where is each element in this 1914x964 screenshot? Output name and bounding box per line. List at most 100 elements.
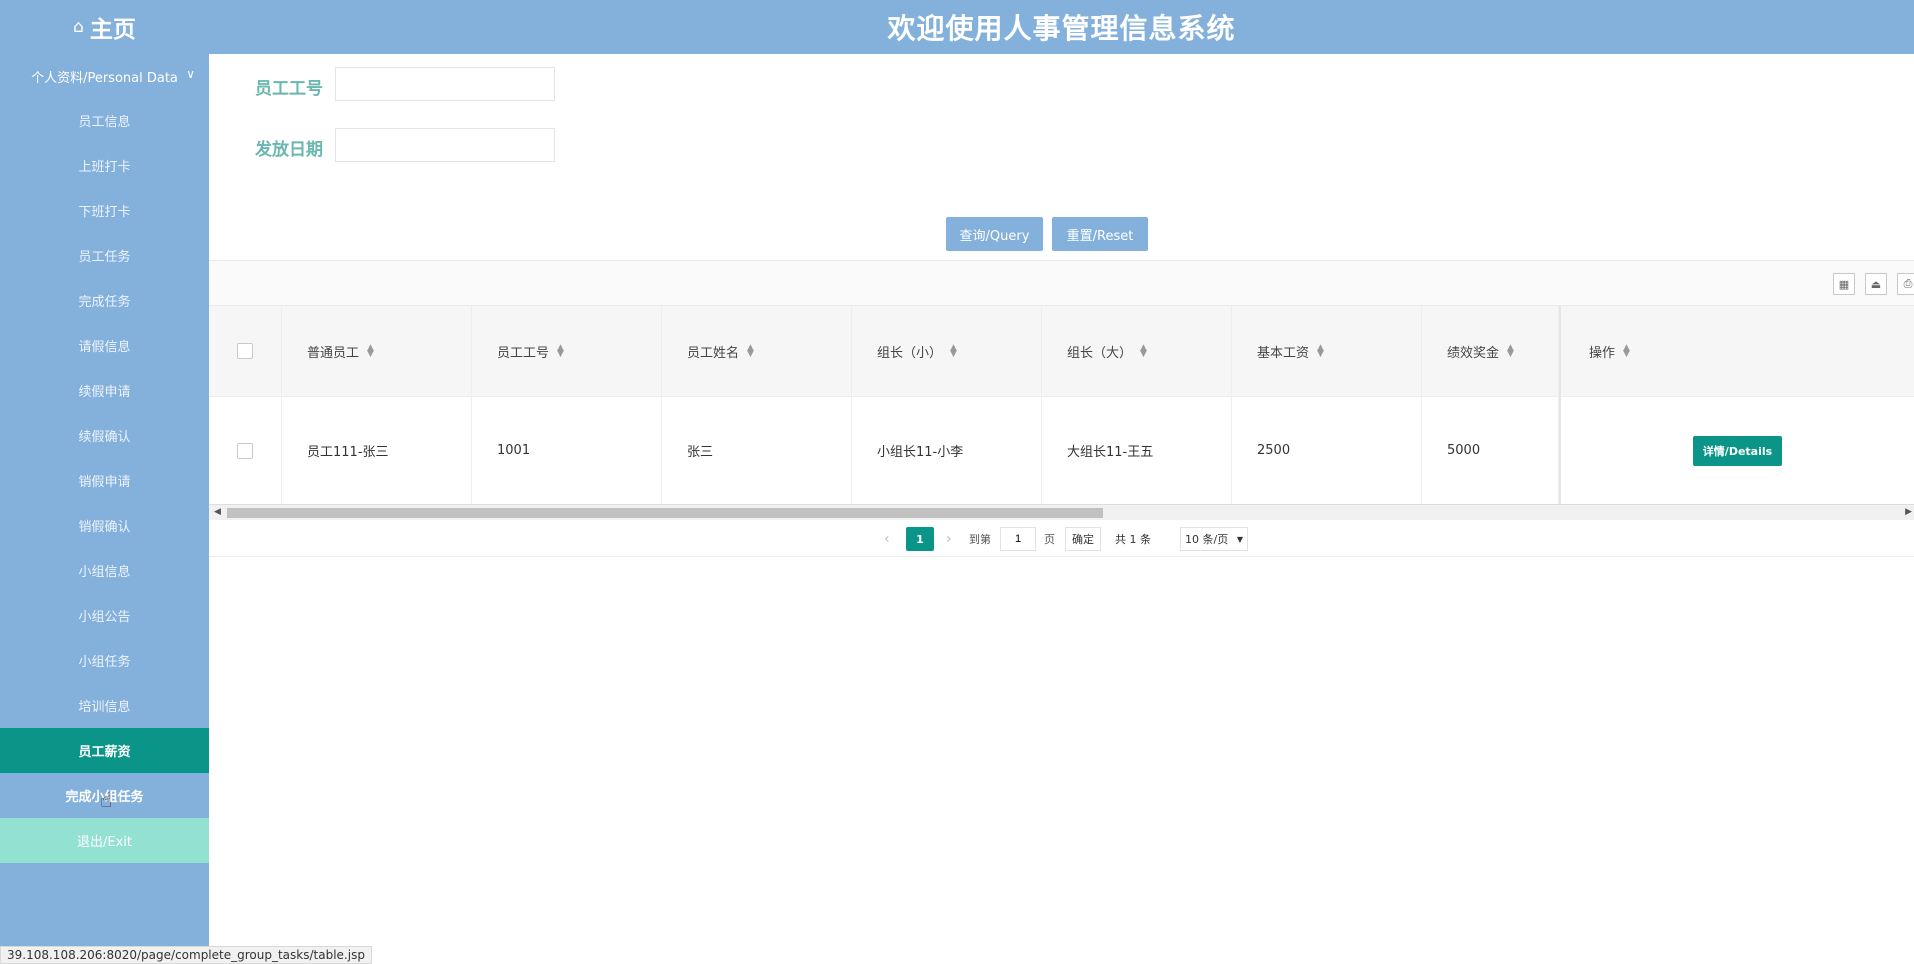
horizontal-scrollbar[interactable]: ◀ ▶	[209, 504, 1914, 520]
sidebar-item-label: 小组任务	[78, 655, 131, 670]
sidebar-item-group-tasks[interactable]: 小组任务	[0, 638, 209, 683]
sidebar-item-label: 请假信息	[78, 340, 131, 355]
table-header: 普通员工 ▲ ▼ 员工工号 ▲ ▼ 员工姓名 ▲ ▼ 组长（小） ▲ ▼ 组长（大） ▲ ▼ 基本工…	[209, 305, 1914, 397]
scroll-thumb[interactable]	[227, 508, 1103, 518]
sidebar-item-label: 续假确认	[78, 430, 131, 445]
column-header[interactable]: 员工工号 ▲ ▼	[472, 306, 662, 396]
scroll-right-icon[interactable]: ▶	[1905, 507, 1912, 517]
sidebar-item-clock-in[interactable]: 上班打卡	[0, 143, 209, 188]
table-row: 员工111-张三 1001 张三 小组长11-小李 大组长11-王五 2500 …	[209, 397, 1914, 504]
column-label: 员工工号	[497, 345, 550, 361]
select-all-checkbox[interactable]	[237, 343, 253, 359]
column-label: 组长（大）	[1067, 345, 1133, 361]
sidebar-item-label: 销假申请	[78, 475, 131, 490]
column-label: 普通员工	[307, 345, 360, 361]
sort-icon: ▲ ▼	[1507, 343, 1514, 359]
sidebar-item-label: 员工任务	[78, 250, 131, 265]
query-button[interactable]: 查询/Query	[946, 217, 1043, 251]
details-button[interactable]: 详情/Details	[1692, 435, 1783, 466]
exit-label: 退出/Exit	[77, 835, 132, 850]
select-all-cell	[209, 306, 282, 396]
sidebar-item-label: 下班打卡	[78, 205, 131, 220]
sidebar-item-clock-out[interactable]: 下班打卡	[0, 188, 209, 233]
sidebar-item-leave-extension-request[interactable]: 续假申请	[0, 368, 209, 413]
column-header[interactable]: 员工姓名 ▲ ▼	[662, 306, 852, 396]
pagination: ‹ 1 › 到第 页 确定 共 1 条 10 条/页 ▼	[209, 521, 1914, 557]
page-unit: 页	[1044, 533, 1055, 546]
column-header[interactable]: 普通员工 ▲ ▼	[282, 306, 472, 396]
total-count: 共 1 条	[1115, 533, 1151, 546]
cell-small-leader: 小组长11-小李	[852, 397, 1042, 504]
sidebar-item-label: 小组信息	[78, 565, 131, 580]
cell-bonus: 5000	[1422, 397, 1559, 504]
sort-icon: ▲ ▼	[557, 343, 564, 359]
scroll-left-icon[interactable]: ◀	[214, 507, 221, 517]
sidebar-item-label: 续假申请	[78, 385, 131, 400]
sidebar-item-leave-cancel-confirm[interactable]: 销假确认	[0, 503, 209, 548]
sort-icon: ▲ ▼	[1317, 343, 1324, 359]
sidebar-item-training-info[interactable]: 培训信息	[0, 683, 209, 728]
date-input[interactable]	[335, 128, 555, 162]
column-header[interactable]: 组长（大） ▲ ▼	[1042, 306, 1232, 396]
column-header[interactable]: 操作 ▲ ▼	[1559, 306, 1914, 396]
print-icon[interactable]: ⎙	[1897, 273, 1914, 295]
columns-icon[interactable]: ▦	[1833, 273, 1855, 295]
sidebar-item-label: 完成任务	[78, 295, 131, 310]
page-title: 欢迎使用人事管理信息系统	[887, 12, 1236, 45]
home-label: 主页	[89, 17, 136, 43]
sidebar: 个人资料/Personal Data ∨ 员工信息 上班打卡 下班打卡 员工任务…	[0, 54, 209, 964]
status-url: 39.108.108.206:8020/page/complete_group_…	[0, 946, 372, 964]
cell-employee: 员工111-张三	[282, 397, 472, 504]
cell-emp-id: 1001	[472, 397, 662, 504]
top-bar: ⌂ 主页 欢迎使用人事管理信息系统	[0, 0, 1914, 54]
next-page-icon[interactable]: ›	[946, 527, 952, 551]
column-header[interactable]: 绩效奖金 ▲ ▼	[1422, 306, 1559, 396]
prev-page-icon[interactable]: ‹	[884, 527, 890, 551]
reset-button[interactable]: 重置/Reset	[1052, 217, 1148, 251]
row-select-cell	[209, 397, 282, 504]
exit-button[interactable]: 退出/Exit	[0, 818, 209, 863]
sidebar-item-leave-info[interactable]: 请假信息	[0, 323, 209, 368]
column-label: 组长（小）	[877, 345, 943, 361]
sidebar-group-label: 个人资料/Personal Data	[31, 70, 178, 86]
column-header[interactable]: 基本工资 ▲ ▼	[1232, 306, 1422, 396]
chevron-down-icon: ∨	[186, 67, 195, 81]
column-label: 基本工资	[1257, 345, 1310, 361]
sidebar-item-leave-extension-confirm[interactable]: 续假确认	[0, 413, 209, 458]
sidebar-item-group-notice[interactable]: 小组公告	[0, 593, 209, 638]
sidebar-item-employee-salary[interactable]: 员工薪资	[0, 728, 209, 773]
emp-id-label: 员工工号	[255, 79, 323, 99]
sidebar-item-leave-cancel-request[interactable]: 销假申请	[0, 458, 209, 503]
sort-icon: ▲ ▼	[1140, 343, 1147, 359]
sort-icon: ▲ ▼	[747, 343, 754, 359]
hand-cursor-icon: ☝	[100, 788, 113, 812]
per-page-value: 10 条/页	[1185, 533, 1229, 546]
sidebar-item-label: 销假确认	[78, 520, 131, 535]
sidebar-item-employee-info[interactable]: 员工信息	[0, 98, 209, 143]
current-page[interactable]: 1	[906, 527, 934, 551]
cell-big-leader: 大组长11-王五	[1042, 397, 1232, 504]
column-label: 员工姓名	[687, 345, 740, 361]
sidebar-item-complete-tasks[interactable]: 完成任务	[0, 278, 209, 323]
export-icon[interactable]: ⏏	[1865, 273, 1887, 295]
home-icon: ⌂	[73, 17, 84, 37]
sort-icon: ▲ ▼	[950, 343, 957, 359]
sidebar-item-label: 员工信息	[78, 115, 131, 130]
emp-id-input[interactable]	[335, 67, 555, 101]
date-label: 发放日期	[255, 140, 323, 160]
sort-icon: ▲ ▼	[1623, 343, 1630, 359]
table-toolbar: ▦ ⏏ ⎙	[209, 260, 1914, 305]
sidebar-item-employee-tasks[interactable]: 员工任务	[0, 233, 209, 278]
sidebar-item-label: 小组公告	[78, 610, 131, 625]
home-link[interactable]: ⌂ 主页	[0, 0, 209, 54]
sidebar-item-label: 上班打卡	[78, 160, 131, 175]
per-page-select[interactable]: 10 条/页 ▼	[1180, 527, 1248, 551]
column-label: 操作	[1589, 345, 1616, 361]
column-header[interactable]: 组长（小） ▲ ▼	[852, 306, 1042, 396]
sidebar-item-group-info[interactable]: 小组信息	[0, 548, 209, 593]
confirm-page-button[interactable]: 确定	[1065, 527, 1101, 551]
goto-page-input[interactable]	[1000, 527, 1036, 551]
sort-icon: ▲ ▼	[367, 343, 374, 359]
sidebar-group-personal-data[interactable]: 个人资料/Personal Data ∨	[0, 54, 209, 98]
row-checkbox[interactable]	[237, 442, 253, 459]
